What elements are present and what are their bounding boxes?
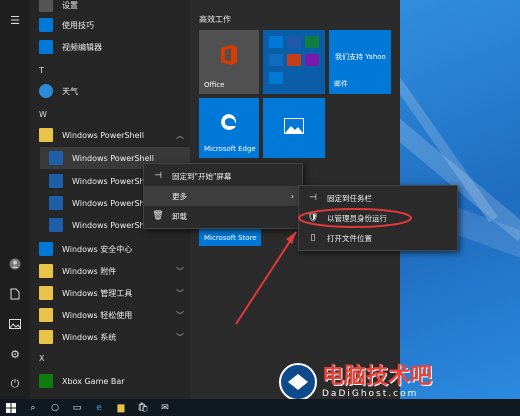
- arrow-head: [286, 232, 296, 244]
- store-taskbar-icon[interactable]: 🛍: [132, 399, 154, 416]
- highlight-ellipse: [298, 208, 412, 228]
- annotation-arrow: [235, 231, 297, 325]
- file-explorer-icon[interactable]: ▆: [110, 399, 132, 416]
- watermark-text: 电脑技术吧: [322, 364, 433, 389]
- start-windows-icon[interactable]: [0, 399, 22, 416]
- task-view-icon[interactable]: ▭: [66, 399, 88, 416]
- taskbar: ⌕ ○ ▭ e ▆ 🛍 ✉: [0, 399, 520, 416]
- edge-taskbar-icon[interactable]: e: [88, 399, 110, 416]
- watermark-emblem-icon: [279, 363, 317, 401]
- annotation-overlay: [235, 208, 412, 325]
- cortana-icon[interactable]: ○: [44, 399, 66, 416]
- mail-taskbar-icon[interactable]: ✉: [154, 399, 176, 416]
- watermark-logo: 电脑技术吧 DaDiGhost.com: [278, 362, 432, 402]
- watermark-subtext: DaDiGhost.com: [322, 389, 419, 399]
- search-icon[interactable]: ⌕: [22, 399, 44, 416]
